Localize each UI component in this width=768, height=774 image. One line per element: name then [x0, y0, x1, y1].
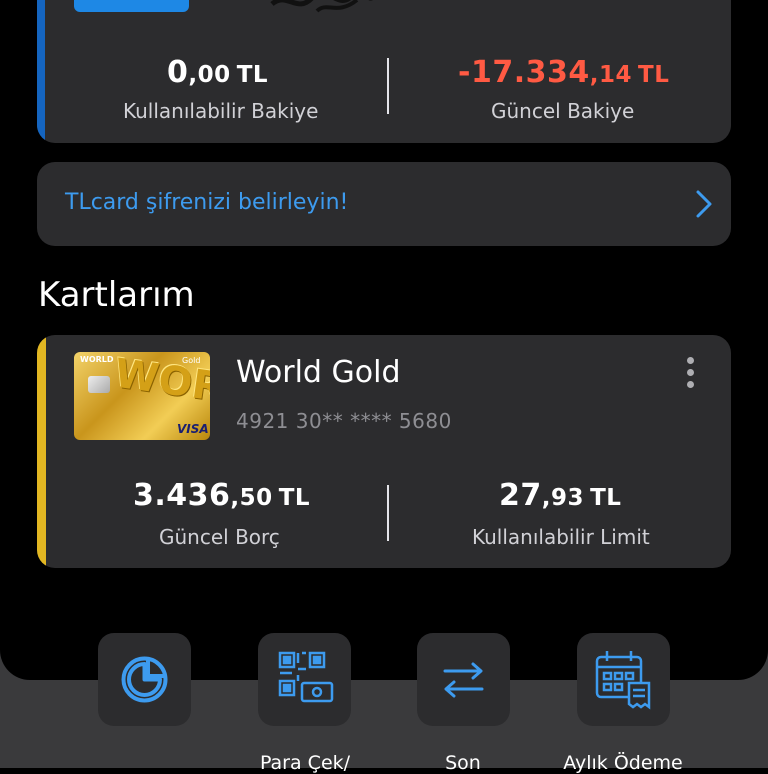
card-image: WORLD Gold WORLD VISA [74, 352, 210, 440]
available-balance-currency: TL [236, 62, 269, 88]
current-balance-integer: -17.334 [458, 55, 590, 90]
account-action-button[interactable] [74, 0, 189, 12]
card-divider [387, 485, 389, 541]
quick-action-transactions[interactable] [417, 633, 510, 726]
current-debt-decimal: ,50 [230, 485, 273, 511]
balance-divider [387, 58, 389, 114]
quick-action-monthly-payment[interactable] [577, 633, 670, 726]
quick-action-monthly-payment-label: Aylık Ödeme [563, 752, 683, 774]
pie-chart-icon [121, 656, 168, 703]
card-number: 4921 30** **** 5680 [236, 409, 452, 433]
more-options-icon[interactable] [682, 357, 698, 395]
available-limit-decimal: ,93 [541, 485, 584, 511]
set-pin-prompt[interactable]: TLcard şifrenizi belirleyin! [37, 162, 731, 246]
card-image-art: WORLD [111, 352, 210, 420]
card-name: World Gold [236, 355, 401, 390]
available-balance-integer: 0 [167, 55, 189, 90]
account-accent-bar [37, 0, 45, 143]
available-limit-currency: TL [590, 485, 622, 511]
current-debt-label: Güncel Borç [159, 525, 280, 549]
redaction-scribble [270, 0, 373, 13]
available-limit-amount: 27,93 TL [499, 478, 621, 513]
account-summary-card[interactable]: 5321 0,00 TL Kullanılabilir Bakiye -17.3… [37, 0, 731, 143]
available-balance-decimal: ,00 [188, 62, 231, 88]
chevron-right-icon[interactable] [692, 188, 716, 220]
available-limit-label: Kullanılabilir Limit [472, 525, 650, 549]
quick-action-summary[interactable] [98, 633, 191, 726]
calendar-receipt-icon [595, 651, 651, 710]
transfer-arrows-icon [443, 662, 484, 698]
current-balance-label: Güncel Bakiye [491, 99, 635, 123]
current-debt-integer: 3.436 [133, 478, 231, 513]
quick-action-transactions-label: Son [445, 752, 481, 774]
current-balance-currency: TL [638, 62, 670, 88]
qr-cash-icon [278, 651, 334, 703]
card-chip-icon [88, 376, 110, 393]
quick-action-withdraw-label: Para Çek/ [259, 752, 351, 774]
set-pin-text: TLcard şifrenizi belirleyin! [65, 190, 349, 215]
available-balance-label: Kullanılabilir Bakiye [123, 99, 319, 123]
available-balance-amount: 0,00 TL [167, 55, 268, 90]
visa-logo: VISA [177, 422, 209, 436]
current-debt-amount: 3.436,50 TL [133, 478, 310, 513]
current-balance-decimal: ,14 [589, 62, 632, 88]
credit-card-item[interactable]: WORLD Gold WORLD VISA World Gold 4921 30… [37, 335, 731, 568]
card-image-brand: WORLD [80, 355, 114, 364]
current-balance-amount: -17.334,14 TL [458, 55, 669, 90]
current-debt-currency: TL [278, 485, 311, 511]
quick-action-withdraw[interactable] [258, 633, 351, 726]
card-accent-bar [37, 335, 46, 568]
available-limit-integer: 27 [499, 478, 542, 513]
section-title-cards: Kartlarım [38, 275, 195, 315]
